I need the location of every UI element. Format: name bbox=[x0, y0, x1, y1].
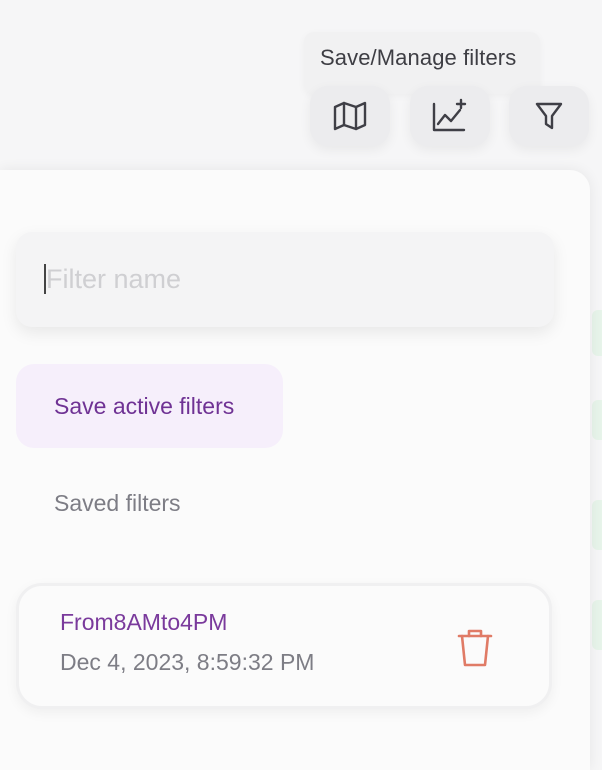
tooltip-text: Save/Manage filters bbox=[320, 45, 517, 70]
filter-button[interactable] bbox=[509, 86, 589, 146]
edge-decoration bbox=[592, 310, 602, 356]
saved-filter-item[interactable]: From8AMto4PM Dec 4, 2023, 8:59:32 PM bbox=[16, 583, 552, 709]
map-icon bbox=[333, 101, 367, 131]
delete-filter-button[interactable] bbox=[455, 626, 495, 670]
filter-icon bbox=[535, 102, 563, 130]
saved-filter-date: Dec 4, 2023, 8:59:32 PM bbox=[60, 649, 315, 675]
tooltip: Save/Manage filters bbox=[304, 32, 540, 94]
filter-name-field[interactable] bbox=[16, 232, 554, 327]
filters-panel: Save active filters Saved filters From8A… bbox=[0, 170, 590, 770]
edge-decoration bbox=[592, 400, 602, 440]
filter-name-input[interactable] bbox=[46, 252, 526, 306]
edge-decoration bbox=[592, 500, 602, 550]
trash-icon bbox=[457, 629, 493, 667]
saved-filter-name: From8AMto4PM bbox=[60, 609, 228, 635]
add-chart-button[interactable] bbox=[410, 86, 490, 146]
save-active-filters-button[interactable]: Save active filters bbox=[16, 364, 283, 448]
map-button[interactable] bbox=[310, 86, 390, 146]
chart-add-icon bbox=[432, 98, 467, 132]
saved-filters-heading: Saved filters bbox=[54, 490, 181, 516]
edge-decoration bbox=[592, 600, 602, 650]
